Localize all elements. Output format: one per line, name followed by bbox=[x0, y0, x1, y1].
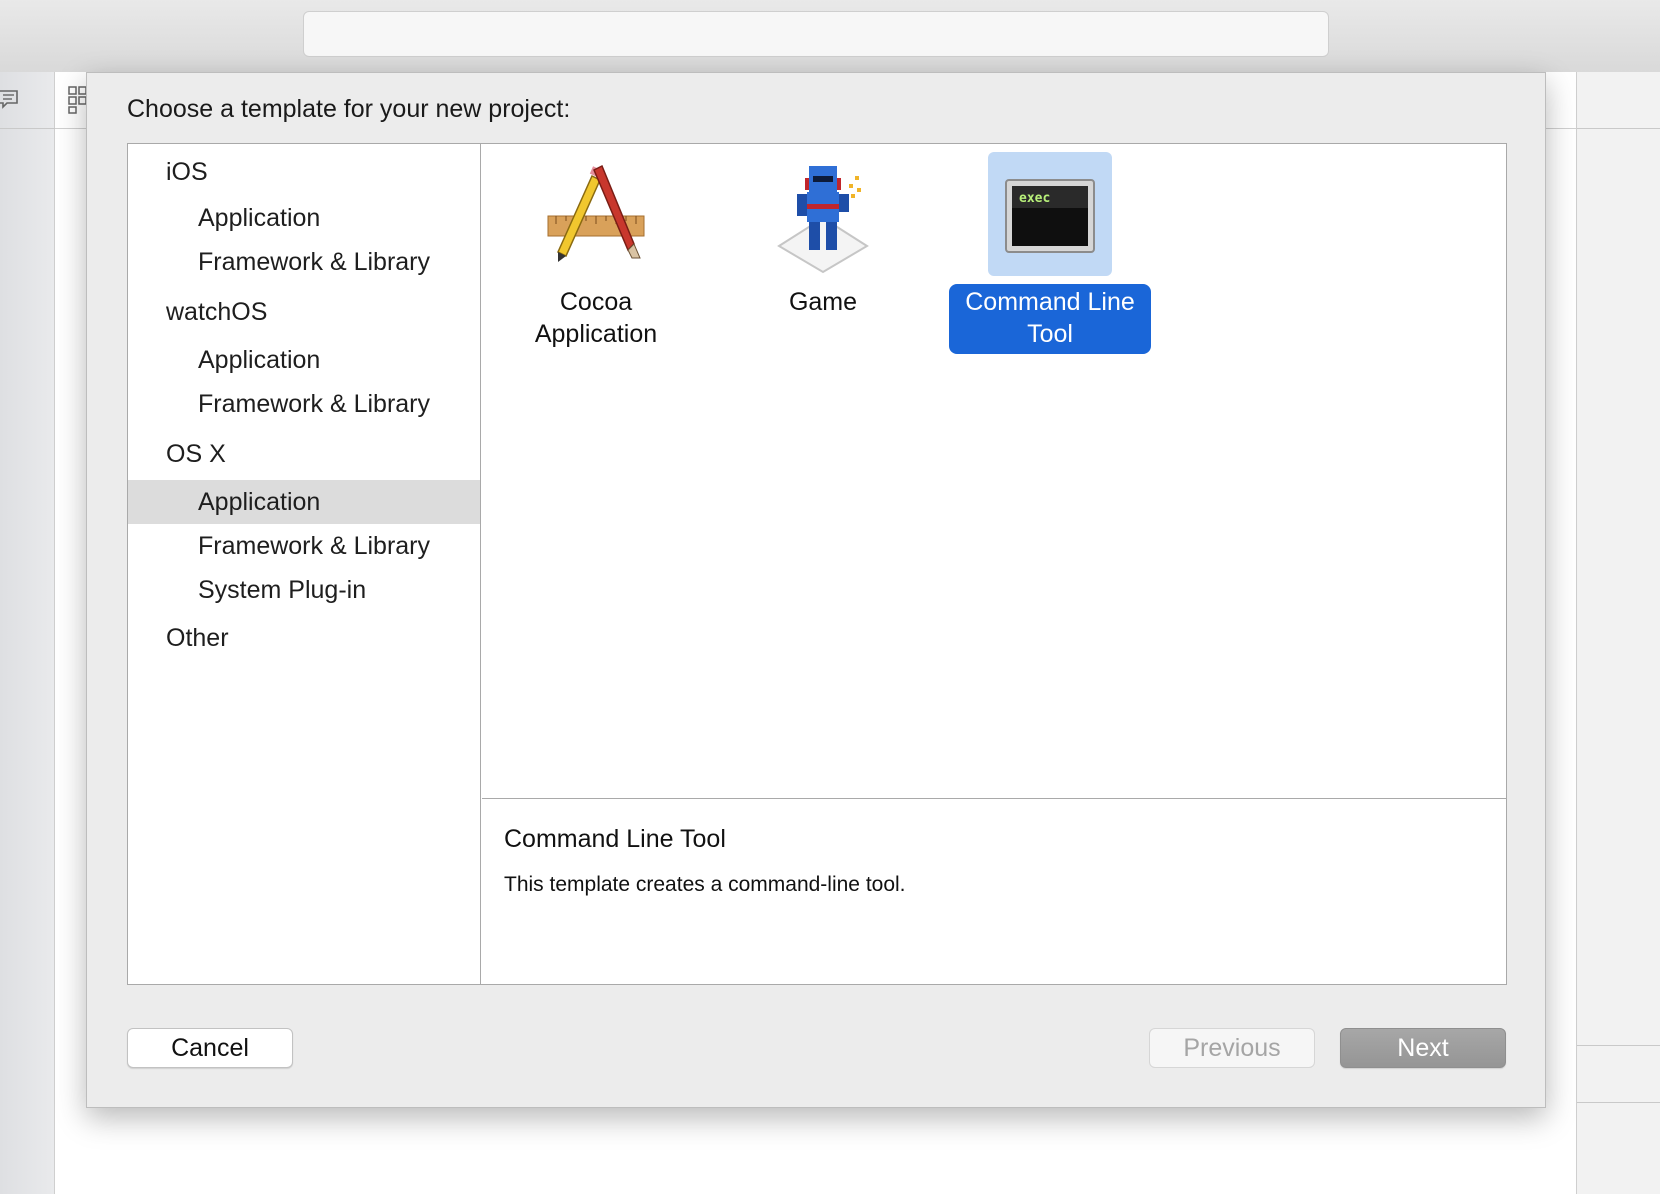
template-command-line-tool[interactable]: exec Command Line Tool bbox=[940, 152, 1160, 354]
rail-divider bbox=[0, 128, 55, 129]
inspector-divider bbox=[1577, 128, 1660, 129]
template-label: Game bbox=[773, 284, 873, 322]
sidebar-item-osx-framework-library[interactable]: Framework & Library bbox=[128, 524, 480, 568]
template-description: Command Line Tool This template creates … bbox=[482, 798, 1506, 984]
inspector-divider bbox=[1577, 1102, 1660, 1103]
template-icon-frame bbox=[761, 152, 885, 276]
activity-view bbox=[303, 11, 1329, 57]
template-label-line2: Application bbox=[534, 320, 658, 348]
template-label-line2: Tool bbox=[1027, 320, 1073, 348]
inspector-pane bbox=[1576, 72, 1660, 1194]
cancel-button[interactable]: Cancel bbox=[127, 1028, 293, 1068]
sidebar-item-ios-framework-library[interactable]: Framework & Library bbox=[128, 240, 480, 284]
sidebar-item-watchos-application[interactable]: Application bbox=[128, 338, 480, 382]
sidebar-group-ios: iOS bbox=[166, 158, 208, 186]
sidebar-group-osx: OS X bbox=[166, 440, 226, 468]
template-label-line1: Cocoa bbox=[559, 288, 633, 316]
new-project-sheet: Choose a template for your new project: … bbox=[86, 72, 1546, 1108]
sheet-title: Choose a template for your new project: bbox=[127, 95, 571, 123]
template-label: Command Line Tool bbox=[949, 284, 1151, 354]
navigator-rail bbox=[0, 72, 55, 1194]
sidebar-item-ios-application[interactable]: Application bbox=[128, 196, 480, 240]
xcode-window: Choose a template for your new project: … bbox=[0, 0, 1660, 1194]
platform-sidebar: iOS Application Framework & Library watc… bbox=[128, 144, 481, 984]
template-grid: Cocoa Application Game exec Command Line… bbox=[482, 144, 1506, 798]
template-label: Cocoa Application bbox=[519, 284, 673, 354]
inspector-divider bbox=[1577, 1045, 1660, 1046]
template-label-line1: Game bbox=[788, 288, 858, 316]
sidebar-group-watchos: watchOS bbox=[166, 298, 268, 326]
sidebar-item-watchos-framework-library[interactable]: Framework & Library bbox=[128, 382, 480, 426]
previous-button[interactable]: Previous bbox=[1149, 1028, 1315, 1068]
template-icon-frame bbox=[534, 152, 658, 276]
structure-icon[interactable] bbox=[68, 86, 88, 114]
template-game[interactable]: Game bbox=[713, 152, 933, 322]
next-button[interactable]: Next bbox=[1340, 1028, 1506, 1068]
template-icon-frame: exec bbox=[988, 152, 1112, 276]
description-title: Command Line Tool bbox=[504, 825, 726, 853]
template-cocoa-application[interactable]: Cocoa Application bbox=[486, 152, 706, 354]
template-browser: iOS Application Framework & Library watc… bbox=[127, 143, 1507, 985]
terminal-icon: exec bbox=[1005, 179, 1095, 253]
cocoa-app-icon bbox=[547, 164, 645, 262]
sidebar-item-osx-application[interactable]: Application bbox=[128, 480, 480, 524]
sidebar-group-other[interactable]: Other bbox=[166, 624, 229, 653]
window-toolbar bbox=[0, 0, 1660, 72]
comment-icon[interactable] bbox=[0, 88, 20, 110]
description-text: This template creates a command-line too… bbox=[504, 873, 906, 896]
sidebar-item-osx-system-plugin[interactable]: System Plug-in bbox=[128, 568, 480, 612]
template-label-line1: Command Line bbox=[965, 288, 1135, 316]
terminal-exec-text: exec bbox=[1019, 191, 1050, 206]
game-icon bbox=[777, 166, 869, 274]
